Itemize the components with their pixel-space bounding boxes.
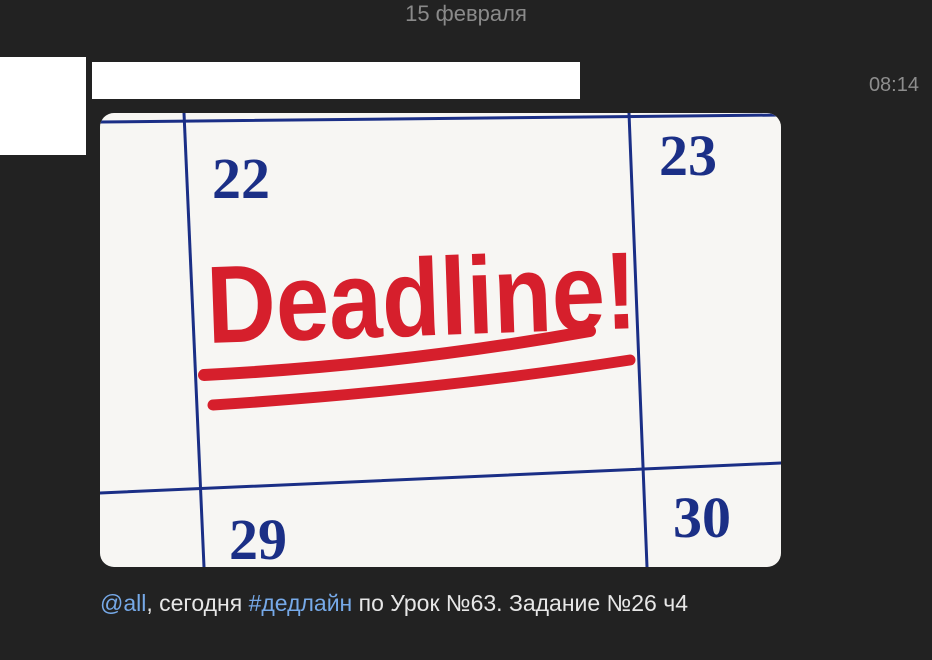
calendar-day-29: 29 — [229, 507, 287, 567]
date-separator: 15 февраля — [405, 1, 527, 26]
mention-link[interactable]: @all — [100, 590, 146, 616]
avatar[interactable] — [0, 57, 86, 155]
deadline-handwriting: Deadline! — [205, 229, 639, 367]
message-text-part: по Урок №63. Задание №26 ч4 — [352, 590, 688, 616]
hashtag-link[interactable]: #дедлайн — [249, 590, 353, 616]
message-text-part: , сегодня — [146, 590, 249, 616]
calendar-day-23: 23 — [659, 123, 717, 188]
calendar-day-22: 22 — [212, 146, 270, 211]
chat-screen: 15 февраля 08:14 22 23 29 30 Deadline! @… — [0, 0, 932, 660]
sender-name[interactable] — [92, 62, 580, 99]
message-time: 08:14 — [868, 74, 919, 96]
message-text: @all, сегодня #дедлайн по Урок №63. Зада… — [100, 589, 688, 617]
image-attachment[interactable]: 22 23 29 30 Deadline! — [100, 113, 781, 567]
calendar-day-30: 30 — [673, 485, 731, 550]
